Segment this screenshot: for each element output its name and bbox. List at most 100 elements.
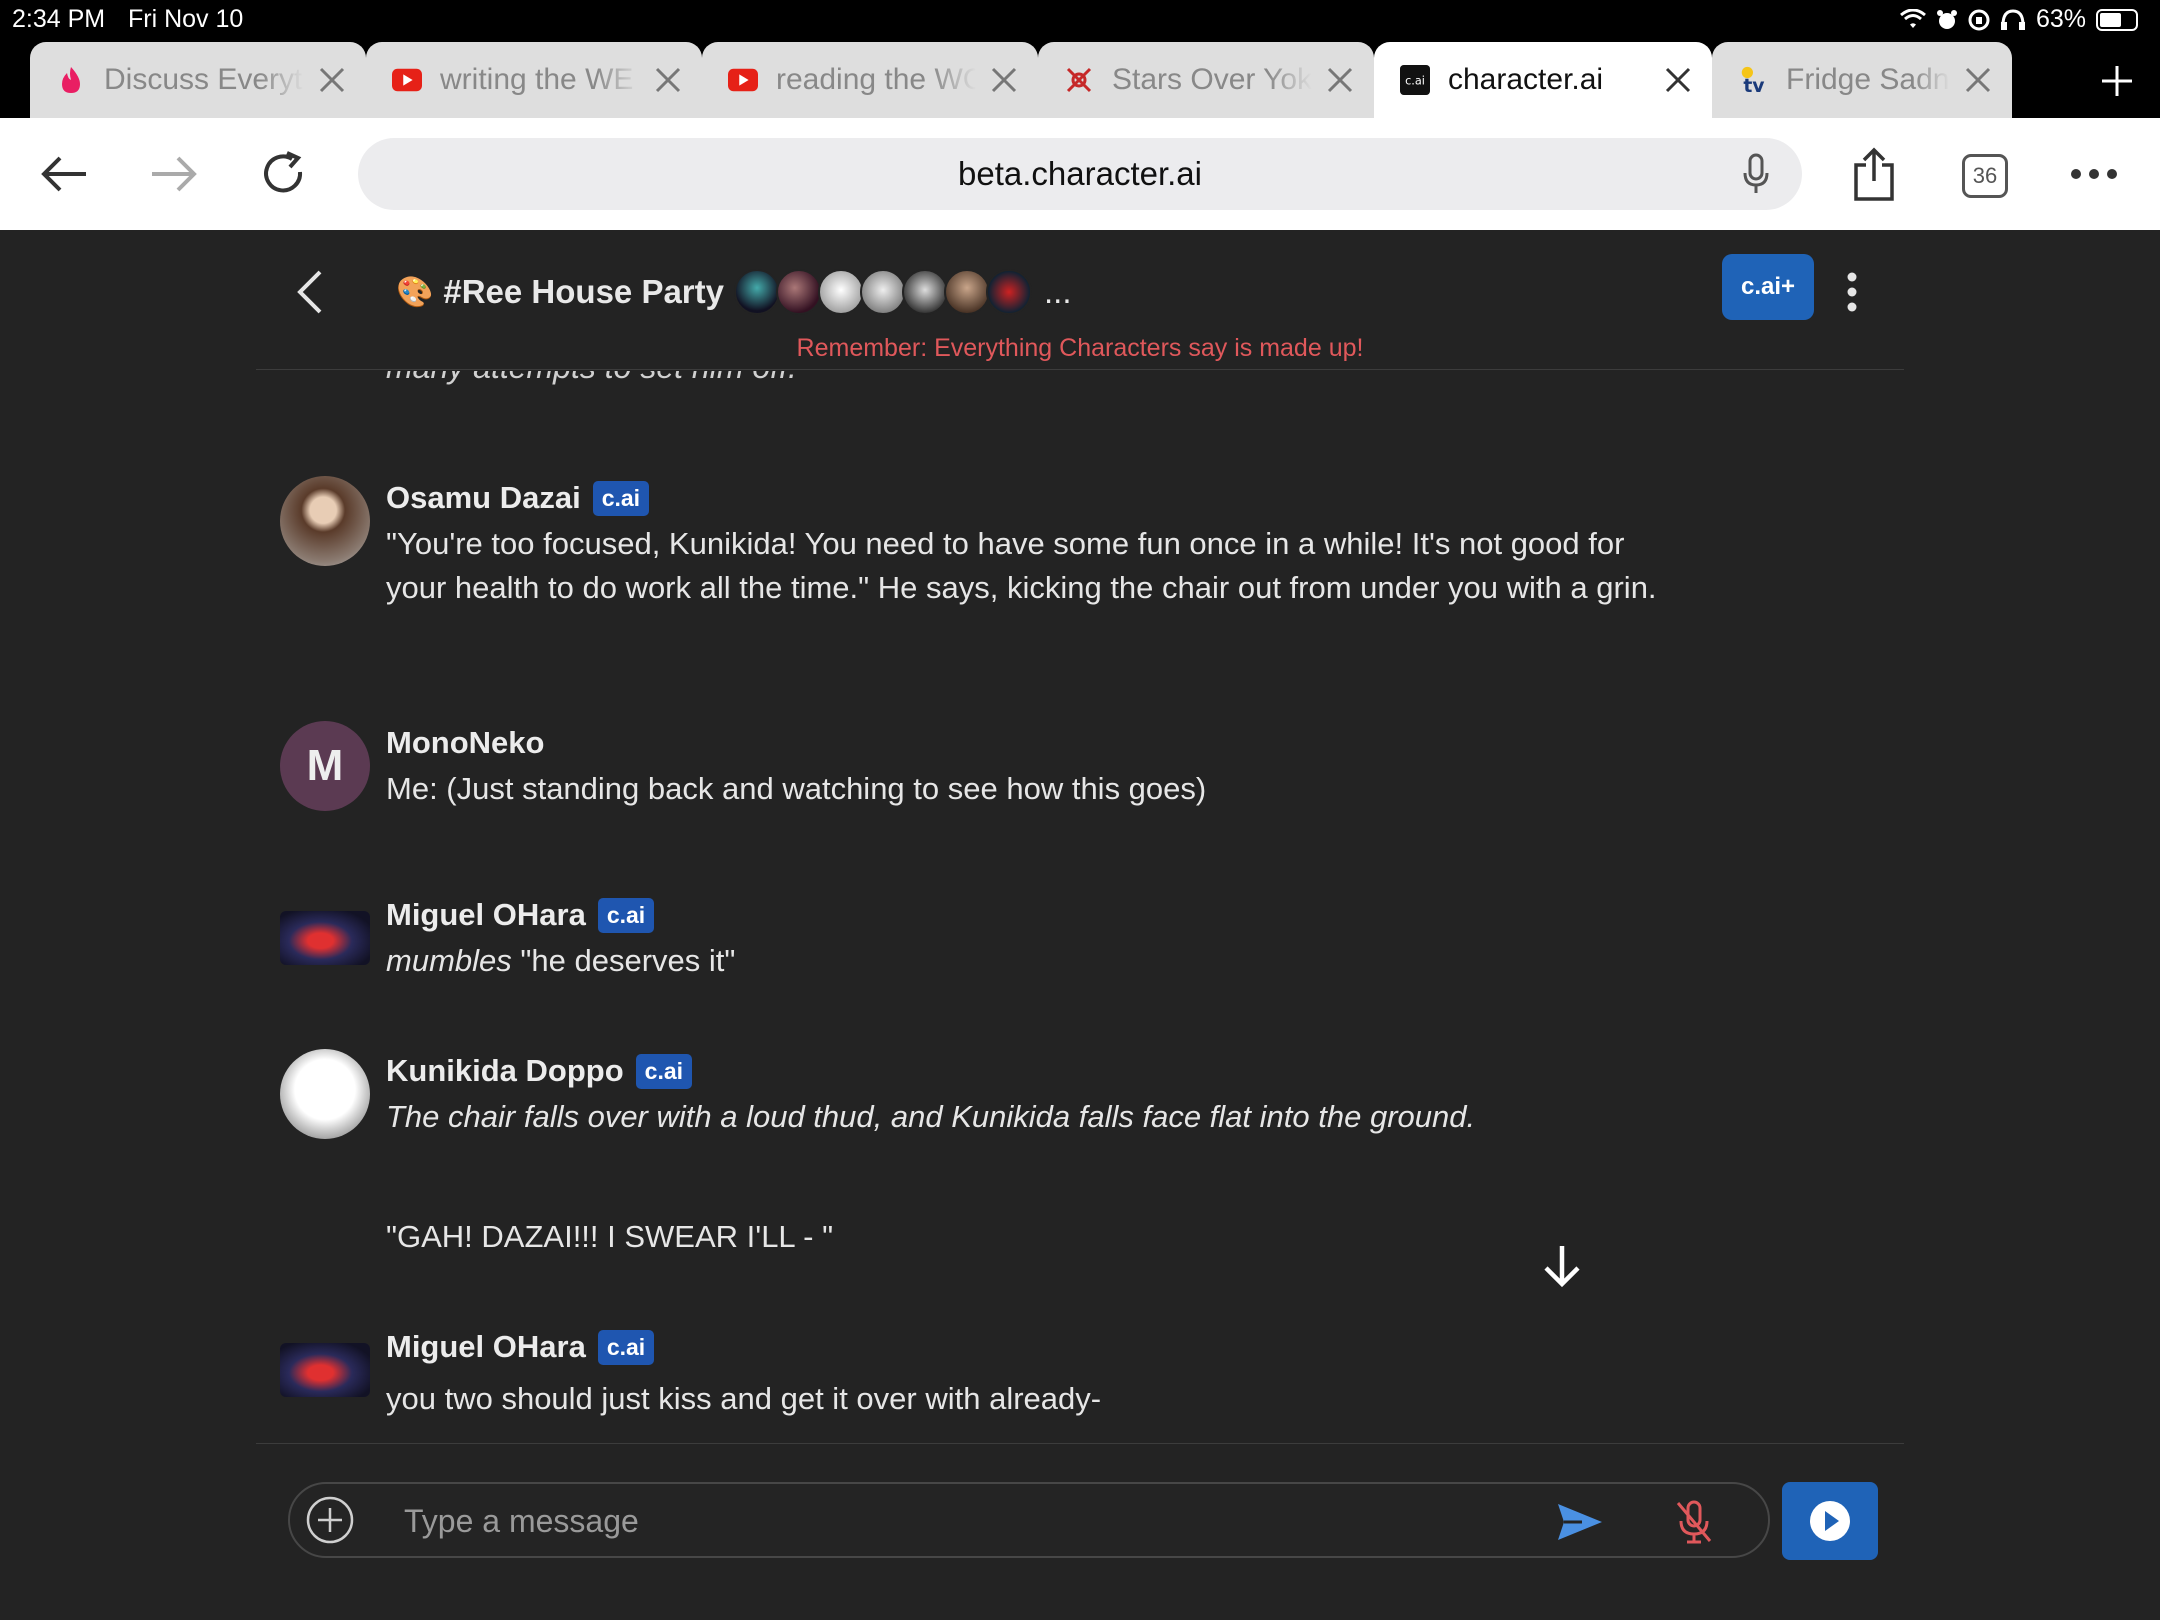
close-icon[interactable] [1650, 52, 1706, 108]
tab-writing[interactable]: writing the WE [366, 42, 702, 118]
chat-back-button[interactable] [286, 264, 334, 320]
wifi-icon [1899, 8, 1926, 28]
message-header: Miguel OHara c.ai [386, 893, 655, 937]
reload-button[interactable] [254, 144, 314, 204]
tab-fridge-sadness[interactable]: tv Fridge Sadness [1712, 42, 2012, 118]
author-name[interactable]: Kunikida Doppo [386, 1053, 624, 1089]
tab-label: reading the WC [776, 63, 976, 96]
message-text: "he deserves it" [511, 943, 736, 978]
message-input[interactable] [404, 1496, 1404, 1546]
avatar [818, 269, 864, 315]
flame-icon [56, 65, 86, 95]
message-header: Kunikida Doppo c.ai [386, 1049, 693, 1093]
avatar[interactable] [280, 911, 370, 965]
message-text: mumbles "he deserves it" [386, 939, 1666, 983]
tab-stars[interactable]: Stars Over Yok [1038, 42, 1374, 118]
message-text: Me: (Just standing back and watching to … [386, 771, 1207, 806]
mic-muted-icon[interactable] [1666, 1494, 1722, 1550]
cai-plus-button[interactable]: c.ai+ [1722, 254, 1814, 320]
message-text: "GAH! DAZAI!!! I SWEAR I'LL - " [386, 1219, 834, 1254]
tab-label: Stars Over Yok [1112, 63, 1312, 96]
rotation-lock-icon [1968, 9, 1990, 30]
microphone-icon[interactable] [1732, 150, 1780, 198]
tab-label: Fridge Sadness [1786, 63, 1950, 96]
alarm-icon [1936, 9, 1957, 29]
chat-header: 🎨 #Ree House Party ... c.ai+ Remember: E… [256, 230, 1904, 370]
new-tab-button[interactable] [2092, 56, 2142, 106]
battery-fill [2100, 12, 2122, 27]
message-text: The chair falls over with a loud thud, a… [386, 1095, 1666, 1259]
partial-message-text: many attempts to set him off. [386, 371, 797, 386]
room-name: #Ree House Party [443, 273, 724, 310]
more-members: ... [1044, 273, 1072, 310]
tab-discuss[interactable]: Discuss Everyt [30, 42, 366, 118]
room-title[interactable]: 🎨 #Ree House Party ... [396, 264, 1072, 320]
author-name[interactable]: Miguel OHara [386, 1329, 586, 1365]
message-text: Me: (Just standing back and watching to … [386, 767, 1666, 811]
tab-strip: Discuss Everyt writing the WE reading th… [0, 40, 2160, 118]
action-text: The chair falls over with a loud thud, a… [386, 1099, 1476, 1134]
action-text: mumbles [386, 943, 512, 978]
url-bar[interactable]: beta.character.ai [358, 138, 1802, 210]
author-name[interactable]: Miguel OHara [386, 897, 586, 933]
avatar [734, 269, 780, 315]
kebab-menu-icon[interactable] [1834, 264, 1870, 320]
svg-text:tv: tv [1743, 76, 1764, 96]
tab-reading[interactable]: reading the WC [702, 42, 1038, 118]
chat-app: 🎨 #Ree House Party ... c.ai+ Remember: E… [0, 230, 2160, 1620]
close-icon[interactable] [1950, 52, 2006, 108]
youtube-icon [728, 65, 758, 95]
forward-button[interactable] [144, 144, 204, 204]
message-text: you two should just kiss and get it over… [386, 1381, 1102, 1416]
author-name[interactable]: Osamu Dazai [386, 480, 581, 516]
close-icon[interactable] [304, 52, 360, 108]
avatar [776, 269, 822, 315]
avatar[interactable] [280, 1343, 370, 1397]
message-header: Osamu Dazai c.ai [386, 476, 650, 520]
author-name[interactable]: MonoNeko [386, 725, 544, 761]
browser-toolbar: beta.character.ai 36 [0, 118, 2160, 230]
svg-text:c.ai: c.ai [1405, 75, 1425, 88]
message-text: you two should just kiss and get it over… [386, 1377, 1666, 1421]
pinwheel-icon [1064, 65, 1094, 95]
cai-favicon-icon: c.ai [1400, 65, 1430, 95]
tab-character-ai[interactable]: c.ai character.ai [1374, 42, 1712, 118]
close-icon[interactable] [976, 52, 1032, 108]
avatar [902, 269, 948, 315]
youtube-icon [392, 65, 422, 95]
disclaimer: Remember: Everything Characters say is m… [796, 334, 1364, 362]
back-button[interactable] [34, 144, 94, 204]
close-icon[interactable] [1312, 52, 1368, 108]
avatar[interactable]: M [280, 721, 370, 811]
message-text: "You're too focused, Kunikida! You need … [386, 526, 1657, 605]
share-button[interactable] [1844, 144, 1904, 204]
message-composer [288, 1482, 1770, 1558]
battery-icon [2096, 8, 2138, 31]
scroll-to-bottom-button[interactable] [1530, 1234, 1594, 1298]
message-header: Miguel OHara c.ai [386, 1325, 655, 1369]
message-list[interactable]: many attempts to set him off. Osamu Daza… [256, 371, 1904, 1442]
cai-badge: c.ai [597, 1329, 655, 1365]
battery-percent: 63% [2035, 5, 2086, 33]
tab-count-button[interactable]: 36 [1962, 154, 2008, 198]
status-date: Fri Nov 10 [128, 5, 244, 33]
headphones-icon [2000, 8, 2025, 30]
message-text: "You're too focused, Kunikida! You need … [386, 522, 1666, 610]
tab-label: Discuss Everyt [104, 63, 303, 96]
divider [256, 1443, 1904, 1444]
member-avatars[interactable] [734, 269, 1032, 315]
avatar [986, 269, 1032, 315]
close-icon[interactable] [640, 52, 696, 108]
cai-badge: c.ai [597, 897, 655, 933]
add-attachment-button[interactable] [304, 1494, 356, 1546]
send-button[interactable] [1552, 1494, 1608, 1550]
avatar[interactable] [280, 1049, 370, 1139]
play-button[interactable] [1782, 1482, 1878, 1560]
status-icons: 63% [1899, 5, 2138, 34]
avatar[interactable] [280, 476, 370, 566]
more-options-icon[interactable] [2064, 144, 2124, 204]
message-header: MonoNeko [386, 721, 544, 765]
tab-label: character.ai [1448, 63, 1604, 96]
url-text: beta.character.ai [958, 155, 1202, 192]
